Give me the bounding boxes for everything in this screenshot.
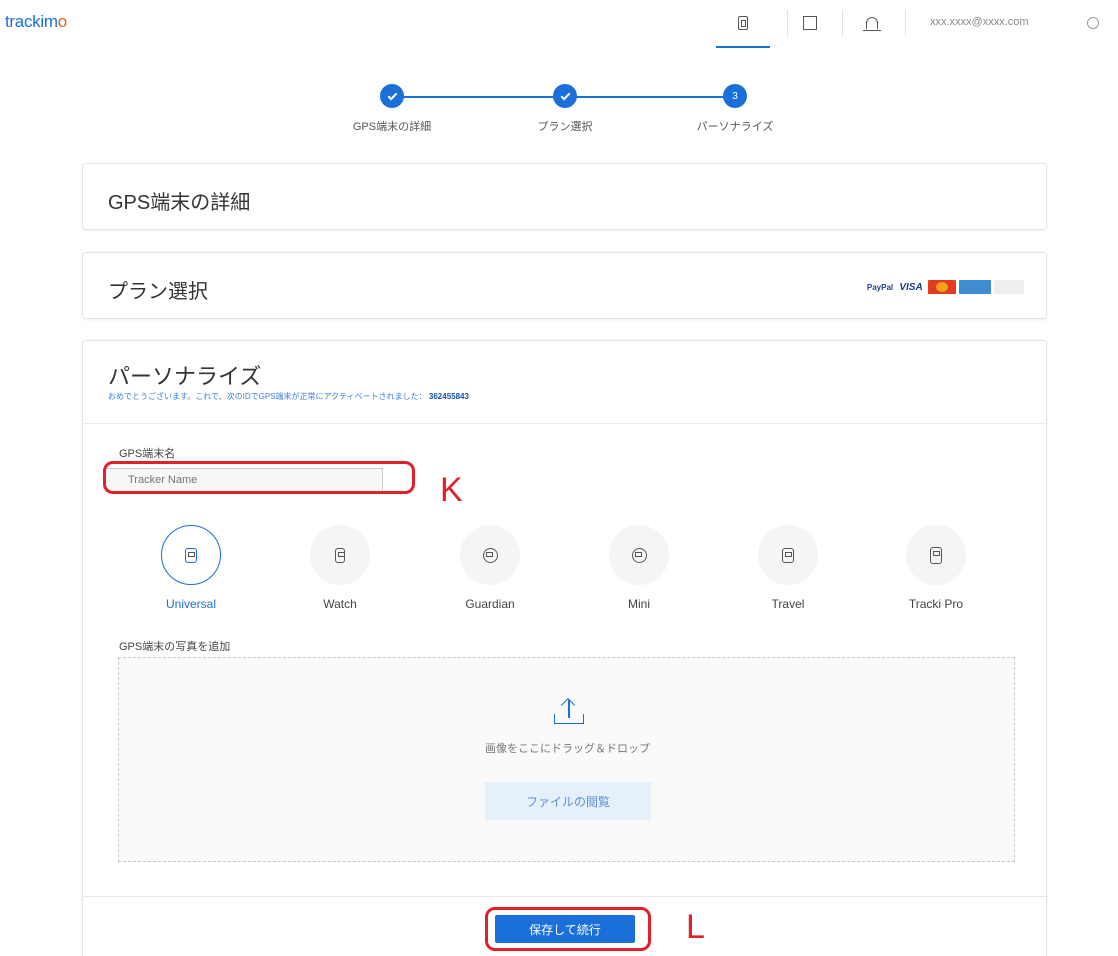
step-personalize[interactable]: 3 パーソナライズ	[670, 84, 800, 134]
personalize-card: パーソナライズ おめでとうございます。これで、次のIDでGPS端末が正常にアクテ…	[82, 340, 1047, 956]
device-icon	[161, 525, 221, 585]
logo[interactable]: trackimo	[5, 12, 67, 32]
check-icon	[553, 84, 577, 108]
step-device-details[interactable]: GPS端末の詳細	[327, 84, 457, 134]
tracki-pro-icon	[906, 525, 966, 585]
device-type-selector: Universal Watch Guardian Mini Travel Tra…	[83, 525, 1048, 615]
discover-logo	[994, 280, 1024, 294]
check-icon	[380, 84, 404, 108]
photo-dropzone[interactable]: 画像をここにドラッグ＆ドロップ ファイルの閲覧	[118, 657, 1015, 862]
drop-hint: 画像をここにドラッグ＆ドロップ	[485, 743, 650, 755]
guardian-icon	[460, 525, 520, 585]
card-title: プラン選択	[108, 281, 208, 303]
mini-icon	[609, 525, 669, 585]
photo-label: GPS端末の写真を追加	[119, 641, 231, 653]
device-option-guardian[interactable]: Guardian	[430, 525, 550, 611]
activation-note: おめでとうございます。これで、次のIDでGPS端末が正常にアクティベートされまし…	[108, 392, 469, 401]
bell-icon[interactable]	[857, 8, 887, 38]
device-details-card[interactable]: GPS端末の詳細	[82, 163, 1047, 230]
card-title: パーソナライズ	[108, 364, 262, 389]
divider	[842, 10, 843, 36]
device-id: 362455843	[428, 392, 469, 401]
progress-stepper: GPS端末の詳細 プラン選択 3 パーソナライズ	[330, 84, 800, 144]
device-option-watch[interactable]: Watch	[280, 525, 400, 611]
paypal-logo: PayPal	[866, 282, 894, 292]
save-continue-button[interactable]: 保存して続行	[495, 915, 635, 943]
browse-files-button[interactable]: ファイルの閲覧	[485, 782, 651, 820]
annotation-l-label: L	[686, 908, 705, 946]
mastercard-logo	[928, 280, 956, 294]
device-option-travel[interactable]: Travel	[728, 525, 848, 611]
divider	[787, 10, 788, 36]
visa-logo: VISA	[899, 281, 923, 293]
travel-icon	[758, 525, 818, 585]
annotation-k-label: K	[440, 471, 463, 509]
amex-logo	[959, 280, 991, 294]
device-option-mini[interactable]: Mini	[579, 525, 699, 611]
top-bar: trackimo xxx.xxxx@xxxx.com	[0, 0, 1118, 48]
device-option-universal[interactable]: Universal	[131, 525, 251, 611]
upload-icon	[554, 697, 584, 724]
divider	[905, 10, 906, 36]
tracker-name-label: GPS端末名	[119, 448, 176, 460]
device-option-tracki-pro[interactable]: Tracki Pro	[876, 525, 996, 611]
plan-card[interactable]: プラン選択 PayPal VISA	[82, 252, 1047, 319]
square-icon[interactable]	[795, 8, 825, 38]
divider	[83, 423, 1046, 424]
step-plan-select[interactable]: プラン選択	[500, 84, 630, 134]
step-number: 3	[723, 84, 747, 108]
user-icon[interactable]	[1078, 8, 1108, 38]
card-title: GPS端末の詳細	[108, 192, 251, 214]
user-email[interactable]: xxx.xxxx@xxxx.com	[930, 16, 1029, 28]
payment-logos: PayPal VISA	[866, 280, 1024, 294]
tracker-name-input[interactable]	[105, 468, 383, 492]
divider	[83, 896, 1046, 897]
device-icon[interactable]	[716, 8, 770, 48]
watch-icon	[310, 525, 370, 585]
